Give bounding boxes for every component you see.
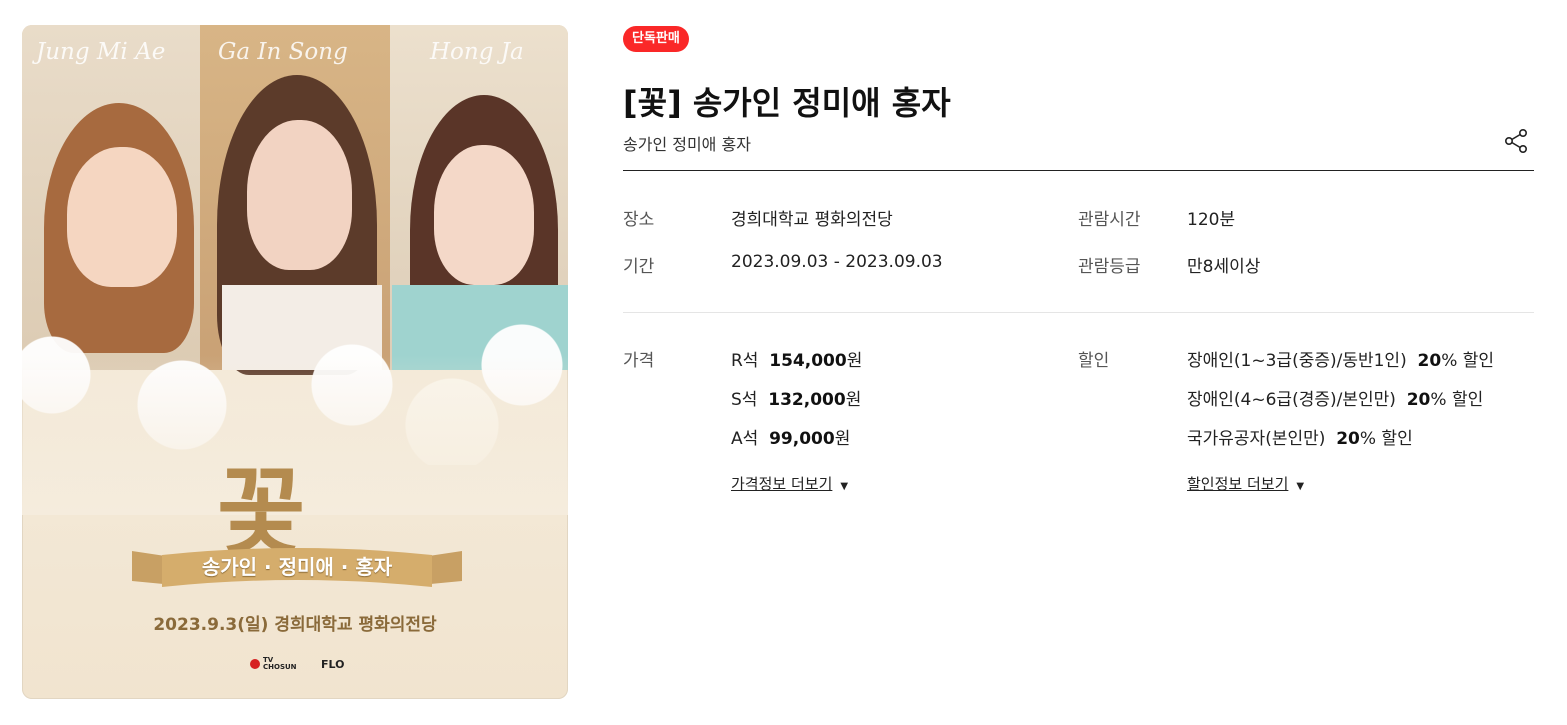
- price-row: R석 154,000원: [731, 346, 862, 371]
- discount-row: 장애인(4~6급(경증)/본인만) 20% 할인: [1187, 385, 1483, 410]
- info-divider: [623, 312, 1534, 313]
- caret-down-icon: ▼: [840, 481, 849, 492]
- price-amount: 154,000: [769, 351, 847, 371]
- header-divider: [623, 170, 1534, 171]
- period-label: 기간: [623, 257, 655, 277]
- venue-value: 경희대학교 평화의전당: [731, 210, 893, 230]
- portrait-face-right: [434, 145, 534, 285]
- signature-right: Hong Ja: [430, 39, 524, 65]
- discount-name: 장애인(1~3급(중증)/동반1인): [1187, 351, 1407, 371]
- discount-suffix: % 할인: [1441, 351, 1495, 371]
- price-grade: A석: [731, 429, 759, 449]
- ribbon-banner: [132, 548, 462, 587]
- sponsor-logos: TV CHOSUN FLO: [250, 657, 344, 671]
- discount-name: 국가유공자(본인만): [1187, 429, 1326, 449]
- price-amount: 132,000: [768, 390, 846, 410]
- discount-label: 할인: [1078, 351, 1110, 371]
- price-grade: R석: [731, 351, 759, 371]
- discount-rate: 20: [1417, 351, 1442, 371]
- poster-image: Jung Mi Ae Ga In Song Hong Ja 꽃 송가인 · 정미…: [22, 25, 568, 699]
- share-icon[interactable]: [1502, 127, 1530, 155]
- price-more-label: 가격정보 더보기: [731, 475, 833, 493]
- runtime-label: 관람시간: [1078, 210, 1141, 230]
- rating-value: 만8세이상: [1187, 257, 1261, 277]
- discount-rate: 20: [1406, 390, 1431, 410]
- tv-chosun-logo: TV CHOSUN: [250, 657, 297, 671]
- discount-more-label: 할인정보 더보기: [1187, 475, 1289, 493]
- price-more-link[interactable]: 가격정보 더보기 ▼: [731, 473, 848, 494]
- discount-row: 장애인(1~3급(중증)/동반1인) 20% 할인: [1187, 346, 1494, 371]
- product-title: [꽃] 송가인 정미애 홍자: [623, 84, 951, 122]
- caret-down-icon: ▼: [1296, 481, 1305, 492]
- price-unit: 원: [834, 429, 851, 449]
- price-amount: 99,000: [769, 429, 835, 449]
- poster-date-line: 2023.9.3(일) 경희대학교 평화의전당: [153, 615, 437, 635]
- signature-center: Ga In Song: [218, 39, 348, 65]
- discount-rate: 20: [1336, 429, 1360, 449]
- price-row: S석 132,000원: [731, 385, 861, 410]
- price-row: A석 99,000원: [731, 424, 850, 449]
- discount-suffix: % 할인: [1430, 390, 1484, 410]
- price-unit: 원: [846, 351, 863, 371]
- discount-suffix: % 할인: [1359, 429, 1413, 449]
- exclusive-sale-badge: 단독판매: [623, 26, 689, 52]
- price-unit: 원: [845, 390, 862, 410]
- discount-name: 장애인(4~6급(경증)/본인만): [1187, 390, 1396, 410]
- rating-label: 관람등급: [1078, 257, 1141, 277]
- price-label: 가격: [623, 351, 655, 371]
- signature-left: Jung Mi Ae: [36, 39, 166, 65]
- period-value: 2023.09.03 - 2023.09.03: [731, 252, 943, 272]
- flo-logo: FLO: [321, 657, 345, 671]
- discount-row: 국가유공자(본인만) 20% 할인: [1187, 424, 1413, 449]
- venue-label: 장소: [623, 210, 655, 230]
- product-subtitle: 송가인 정미애 홍자: [623, 135, 751, 154]
- portrait-face-center: [247, 120, 352, 270]
- runtime-value: 120분: [1187, 210, 1236, 230]
- discount-more-link[interactable]: 할인정보 더보기 ▼: [1187, 473, 1304, 494]
- portrait-face-left: [67, 147, 177, 287]
- price-grade: S석: [731, 390, 758, 410]
